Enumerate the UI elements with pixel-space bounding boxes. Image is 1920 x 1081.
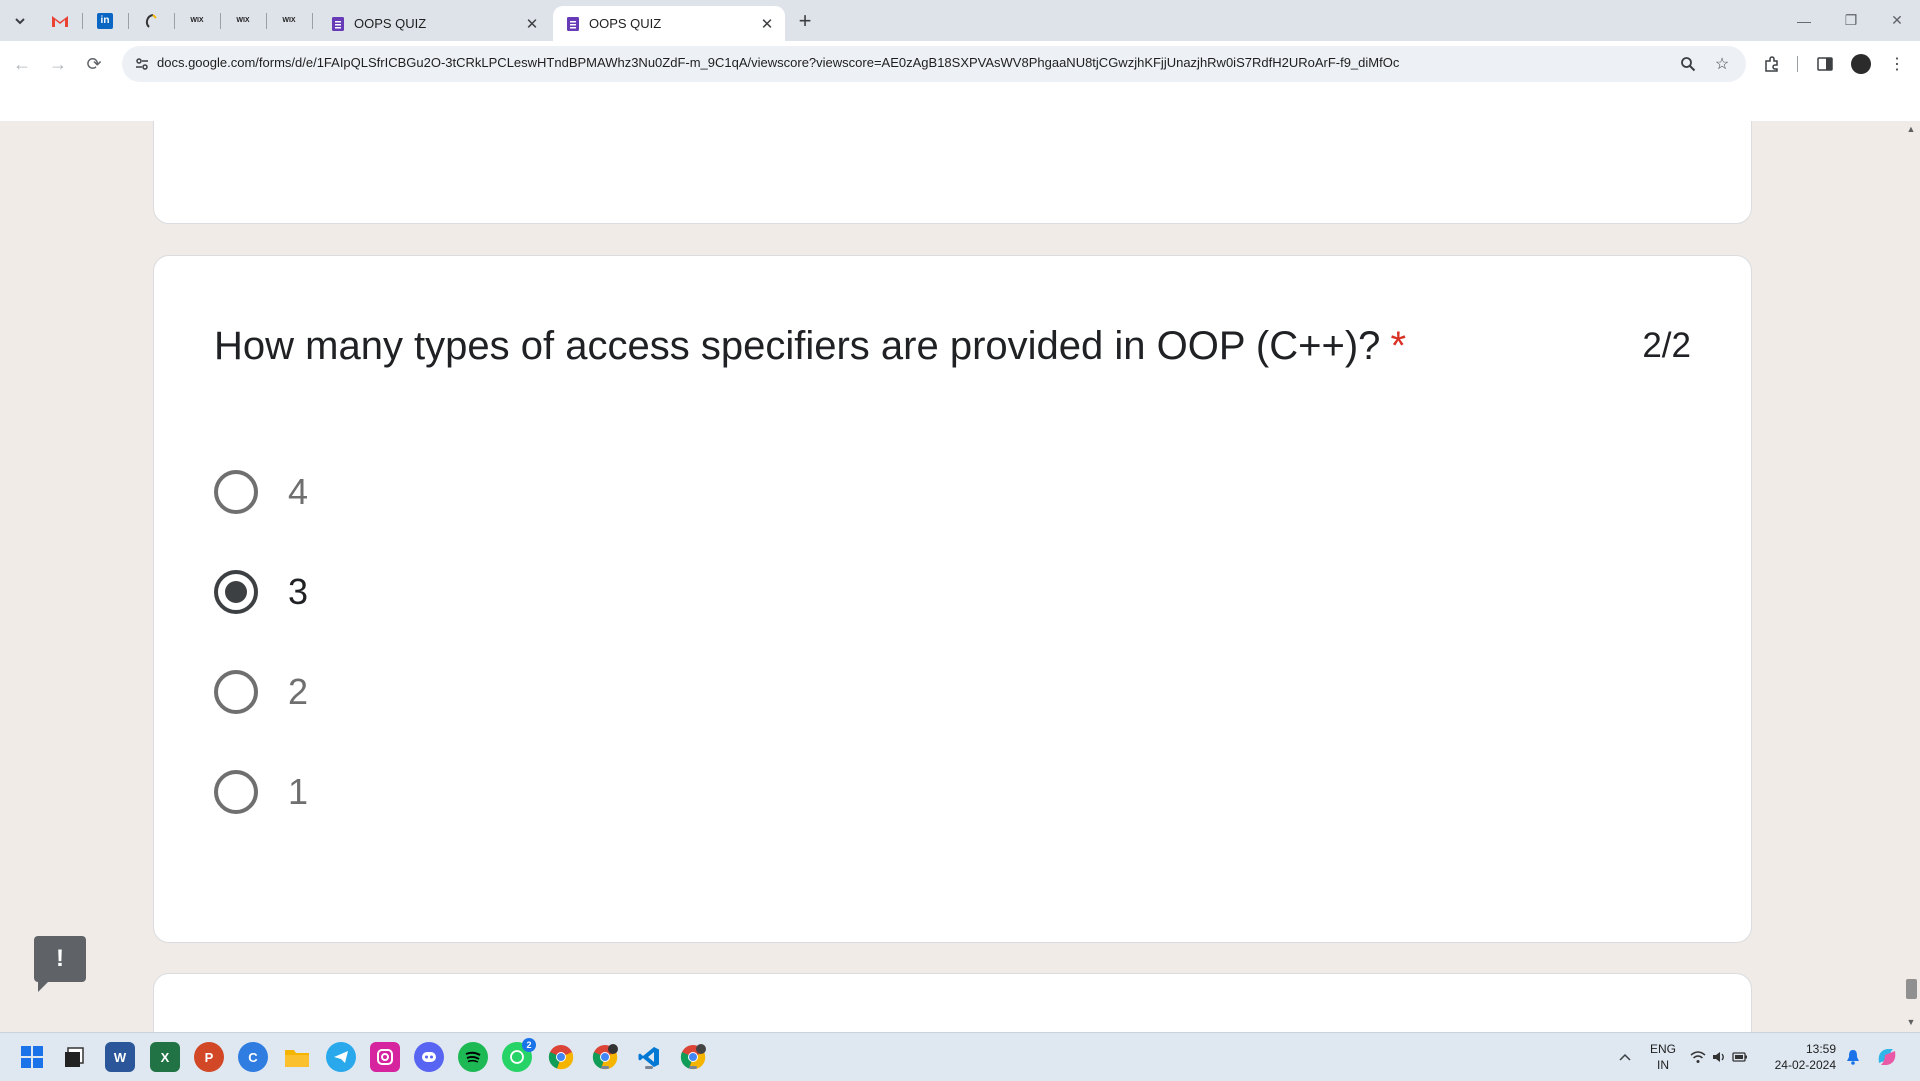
option-label: 2 — [288, 671, 309, 712]
close-tab-icon[interactable]: ✕ — [757, 14, 777, 34]
option-4: 4 — [214, 462, 308, 522]
forward-icon[interactable]: → — [40, 46, 76, 82]
volume-icon — [1713, 1052, 1724, 1062]
language-code: ENG — [1649, 1042, 1676, 1056]
linkedin-icon: in — [97, 12, 113, 29]
clock[interactable]: 13:59 24-02-2024 — [1770, 1041, 1836, 1073]
running-indicator — [689, 1066, 697, 1069]
gmail-icon — [52, 15, 68, 27]
instagram-icon[interactable] — [370, 1042, 400, 1072]
close-tab-icon[interactable]: ✕ — [522, 14, 542, 34]
wix-tab-2[interactable]: WIX — [226, 7, 260, 34]
form-page: How many types of access specifiers are … — [0, 121, 1920, 1032]
bookmark-star-icon[interactable]: ☆ — [1710, 52, 1734, 76]
back-icon[interactable]: ← — [4, 46, 40, 82]
discord-icon[interactable] — [414, 1042, 444, 1072]
radio-button — [214, 770, 258, 814]
wix-icon: WIX — [236, 17, 250, 24]
option-label: 3 — [288, 571, 309, 612]
excel-icon[interactable]: X — [150, 1042, 180, 1072]
edit-icon — [145, 13, 157, 28]
wix-icon: WIX — [190, 17, 204, 24]
zoom-icon[interactable] — [1676, 52, 1700, 76]
windows-taskbar: W X P C 2 ENG IN 13:59 24-02-2024 — [0, 1032, 1920, 1081]
page-scrollbar[interactable]: ▲ ▼ — [1903, 121, 1920, 1032]
system-tray-status[interactable] — [1686, 1042, 1752, 1072]
question-card-next — [153, 973, 1752, 1032]
question-title: How many types of access specifiers are … — [214, 324, 1406, 369]
scroll-thumb[interactable] — [1906, 979, 1917, 999]
tab-title: OOPS QUIZ — [354, 16, 427, 31]
telegram-icon[interactable] — [326, 1042, 356, 1072]
required-mark: * — [1390, 324, 1407, 368]
canva-icon[interactable]: C — [238, 1042, 268, 1072]
clock-date: 24-02-2024 — [1774, 1058, 1836, 1072]
new-tab-button[interactable]: + — [792, 8, 818, 34]
send-feedback-button[interactable]: ! — [34, 936, 86, 992]
spotify-icon[interactable] — [458, 1042, 488, 1072]
tab-oops-quiz-1[interactable]: OOPS QUIZ ✕ — [318, 6, 550, 41]
tab-title: OOPS QUIZ — [589, 16, 662, 31]
region-code: IN — [1657, 1058, 1669, 1072]
wifi-icon — [1690, 1051, 1706, 1063]
scroll-up-icon[interactable]: ▲ — [1906, 124, 1916, 134]
side-panel-icon[interactable] — [1808, 46, 1842, 82]
radio-button — [214, 470, 258, 514]
profile-avatar[interactable] — [1844, 46, 1878, 82]
linkedin-tab[interactable]: in — [88, 7, 122, 34]
google-forms-icon — [567, 16, 579, 31]
chrome-icon[interactable] — [546, 1042, 576, 1072]
url-text[interactable]: docs.google.com/forms/d/e/1FAIpQLSfrICBG… — [157, 55, 1399, 70]
address-bar[interactable]: docs.google.com/forms/d/e/1FAIpQLSfrICBG… — [122, 46, 1746, 82]
option-1: 1 — [214, 762, 308, 822]
reload-icon[interactable]: ⟳ — [76, 46, 112, 82]
notification-bell-icon[interactable] — [1838, 1042, 1868, 1072]
running-indicator — [645, 1066, 653, 1069]
question-card-previous — [153, 121, 1752, 224]
wix-tab-3[interactable]: WIX — [272, 7, 306, 34]
powerpoint-icon[interactable]: P — [194, 1042, 224, 1072]
question-card: How many types of access specifiers are … — [153, 255, 1752, 943]
menu-icon[interactable]: ⋮ — [1880, 46, 1914, 82]
clock-time: 13:59 — [1805, 1042, 1836, 1056]
wix-icon: WIX — [282, 17, 296, 24]
running-indicator — [601, 1066, 609, 1069]
chrome-profile-icon[interactable] — [590, 1042, 620, 1072]
pinned-tab-edit[interactable] — [134, 7, 168, 34]
question-score: 2/2 — [1642, 326, 1691, 365]
battery-icon — [1732, 1052, 1747, 1062]
option-label: 4 — [288, 471, 309, 512]
windows-start-icon[interactable] — [17, 1042, 47, 1072]
question-text: How many types of access specifiers are … — [214, 324, 1381, 368]
vscode-icon[interactable] — [634, 1042, 664, 1072]
option-3: 3 — [214, 562, 308, 622]
close-window-icon[interactable]: ✕ — [1874, 0, 1920, 41]
tab-search-chevron-icon[interactable] — [7, 8, 33, 34]
option-2: 2 — [214, 662, 308, 722]
extensions-icon[interactable] — [1755, 46, 1789, 82]
chrome-profile-2-icon[interactable] — [678, 1042, 708, 1072]
whatsapp-badge: 2 — [522, 1038, 536, 1052]
folder-icon[interactable] — [282, 1042, 312, 1072]
site-info-icon[interactable] — [130, 52, 154, 76]
file-explorer-icon[interactable] — [59, 1042, 89, 1072]
wix-tab-1[interactable]: WIX — [180, 7, 214, 34]
input-language[interactable]: ENG IN — [1648, 1041, 1678, 1073]
google-forms-icon — [332, 16, 344, 31]
browser-toolbar: ← → ⟳ docs.google.com/forms/d/e/1FAIpQLS… — [0, 41, 1920, 122]
tab-oops-quiz-2[interactable]: OOPS QUIZ ✕ — [553, 6, 785, 41]
radio-button-selected — [214, 570, 258, 614]
copilot-icon[interactable] — [1872, 1042, 1902, 1072]
word-icon[interactable]: W — [105, 1042, 135, 1072]
tab-strip: in WIX WIX WIX OOPS QUIZ ✕ OOPS QUIZ ✕ +… — [0, 0, 1920, 41]
gmail-tab[interactable] — [43, 7, 77, 34]
radio-button — [214, 670, 258, 714]
restore-icon[interactable]: ❐ — [1828, 0, 1874, 41]
tray-chevron-up-icon[interactable] — [1610, 1042, 1640, 1072]
scroll-down-icon[interactable]: ▼ — [1906, 1017, 1916, 1027]
minimize-icon[interactable]: — — [1781, 0, 1827, 41]
option-label: 1 — [288, 771, 309, 812]
whatsapp-icon[interactable]: 2 — [502, 1038, 536, 1072]
